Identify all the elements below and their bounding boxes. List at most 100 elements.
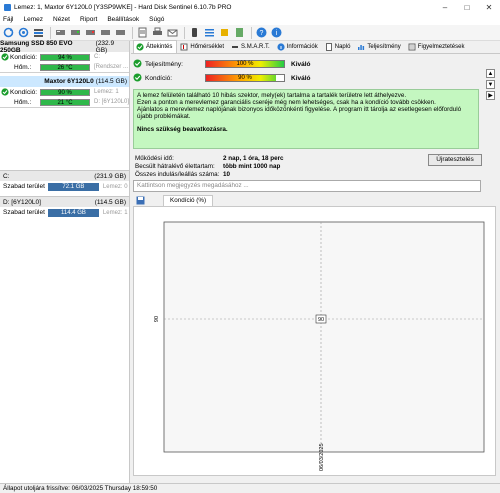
disk-header[interactable]: Maxtor 6Y120L0 (114.5 GB) xyxy=(0,76,129,87)
details-panel: Áttekintés Hőmérséklet S.M.A.R.T. Inform… xyxy=(131,40,500,483)
lifetime-value: több mint 1000 nap xyxy=(223,162,281,170)
disk-entry-0[interactable]: Samsung SSD 850 EVO 250GB (232.9 GB) Kon… xyxy=(0,39,129,73)
ok-check-icon xyxy=(0,88,10,96)
refresh-all-icon[interactable] xyxy=(17,26,30,39)
disk-test-icon[interactable] xyxy=(69,26,82,39)
document-icon xyxy=(325,43,333,51)
status-bar: Állapot utoljára frissítve: 06/03/2025 T… xyxy=(0,483,500,493)
arrow-right-icon[interactable]: ▶ xyxy=(486,91,495,100)
maximize-button[interactable]: □ xyxy=(456,0,478,14)
temperature-label: Hőm.: xyxy=(14,63,32,71)
free-space-bar: 72.1 GB xyxy=(47,182,99,191)
volume-size: (231.9 GB) xyxy=(94,172,126,180)
chart-svg: 90 90 06/03/2025 xyxy=(154,221,485,471)
ok-check-icon xyxy=(133,73,142,84)
thermometer-icon xyxy=(180,43,188,51)
save-icon[interactable] xyxy=(136,196,146,205)
svg-text:?: ? xyxy=(260,30,264,37)
volume-name: D: [6Y120L0] xyxy=(3,198,41,206)
disk-icon[interactable] xyxy=(54,26,67,39)
uptime-label: Működési idő: xyxy=(135,154,174,162)
tab-log[interactable]: Napló xyxy=(323,41,355,53)
window-title: Lemez: 1, Maxtor 6Y120L0 [Y3SP9WKE] - Ha… xyxy=(14,3,232,11)
options-icon[interactable] xyxy=(233,26,246,39)
menu-bar: Fájl Lemez Nézet Riport Beállítások Súgó xyxy=(0,14,500,25)
disk-size: (114.5 GB) xyxy=(95,78,127,85)
menu-settings[interactable]: Beállítások xyxy=(107,16,139,23)
minimize-button[interactable]: – xyxy=(434,0,456,14)
app-icon xyxy=(4,3,11,11)
startstop-value: 10 xyxy=(223,170,231,178)
info-line-2: Ezen a ponton a merevlemez garanciális c… xyxy=(137,99,436,106)
mail-icon[interactable] xyxy=(166,26,179,39)
title-bar: Lemez: 1, Maxtor 6Y120L0 [Y3SP9WKE] - Ha… xyxy=(0,0,500,14)
performance-row: Teljesítmény: 100 % Kiváló xyxy=(133,58,311,70)
tab-overview[interactable]: Áttekintés xyxy=(133,40,178,53)
disk-info-icon[interactable] xyxy=(99,26,112,39)
close-button[interactable]: ✕ xyxy=(478,0,500,14)
menu-view[interactable]: Nézet xyxy=(53,16,70,23)
retest-button[interactable]: Újratesztelés xyxy=(428,154,482,166)
report-icon[interactable] xyxy=(136,26,149,39)
startstop-label: Összes indulás/leállás száma: xyxy=(135,170,220,178)
menu-report[interactable]: Riport xyxy=(80,16,97,23)
tab-bar: Áttekintés Hőmérséklet S.M.A.R.T. Inform… xyxy=(131,40,500,54)
condition-bar: 90 % xyxy=(40,88,90,96)
disk-name: Samsung SSD 850 EVO 250GB xyxy=(0,39,73,54)
disk-entry-1[interactable]: Maxtor 6Y120L0 (114.5 GB) Kondíció: 90 %… xyxy=(0,76,129,108)
info-line-3: Ajánlatos a merevlemez naplójának bizony… xyxy=(137,106,462,120)
condition-label: Kondíció: xyxy=(10,88,38,96)
data-label: 90 xyxy=(318,317,324,323)
tab-temperature[interactable]: Hőmérséklet xyxy=(178,41,228,53)
menu-help[interactable]: Súgó xyxy=(149,16,164,23)
health-row: Kondíció: 90 % Kiváló xyxy=(133,72,311,84)
free-space-label: Szabad terület xyxy=(3,183,45,190)
plot-area xyxy=(163,221,485,453)
menu-disk[interactable]: Lemez xyxy=(23,16,43,23)
info-icon xyxy=(277,43,285,51)
tools-icon[interactable] xyxy=(218,26,231,39)
disk-volume-name: D: [6Y120L0] xyxy=(93,99,130,105)
arrow-up-icon[interactable]: ▲ xyxy=(486,69,495,78)
arrow-down-icon[interactable]: ▼ xyxy=(486,80,495,89)
phone-icon[interactable] xyxy=(188,26,201,39)
health-bar: 90 % xyxy=(205,74,285,82)
print-icon[interactable] xyxy=(151,26,164,39)
disk-volume-name: [Rendszer ... xyxy=(94,64,129,70)
health-percent: 90 % xyxy=(238,75,252,81)
tab-condition-chart[interactable]: Kondíció (%) xyxy=(163,195,214,206)
info-icon[interactable]: i xyxy=(270,26,283,39)
check-icon xyxy=(136,43,144,51)
tab-performance[interactable]: Teljesítmény xyxy=(355,41,404,53)
disk-index: Lemez: 1 xyxy=(94,89,119,95)
list-icon[interactable] xyxy=(203,26,216,39)
help-icon[interactable]: ? xyxy=(255,26,268,39)
tab-information[interactable]: Információk xyxy=(275,41,322,53)
performance-label: Teljesítmény: xyxy=(145,60,183,68)
volume-disk: Lemez: 0 xyxy=(102,183,128,190)
refresh-icon[interactable] xyxy=(2,26,15,39)
menu-file[interactable]: Fájl xyxy=(3,16,13,23)
comment-field[interactable]: Kattintson megjegyzés megadásához ... xyxy=(133,180,481,192)
condition-label: Kondíció: xyxy=(10,53,38,61)
ok-check-icon xyxy=(0,53,10,61)
tab-smart[interactable]: S.M.A.R.T. xyxy=(229,41,274,53)
temperature-bar: 21 °C xyxy=(40,98,90,106)
arrow-buttons: ▲ ▼ ▶ xyxy=(486,69,495,102)
volume-disk: Lemez: 1 xyxy=(102,209,128,216)
health-label: Kondíció: xyxy=(145,74,173,82)
volume-entry-0[interactable]: C: (231.9 GB) Szabad terület 72.1 GB Lem… xyxy=(0,170,129,192)
disk-name: Maxtor 6Y120L0 xyxy=(44,78,94,85)
y-tick-label: 90 xyxy=(154,316,160,322)
volume-entry-1[interactable]: D: [6Y120L0] (114.5 GB) Szabad terület 1… xyxy=(0,196,129,218)
disk-header[interactable]: Samsung SSD 850 EVO 250GB (232.9 GB) xyxy=(0,39,129,54)
free-space-label: Szabad terület xyxy=(3,209,45,216)
disk-surface-icon[interactable] xyxy=(84,26,97,39)
tab-alerts[interactable]: Figyelmeztetések xyxy=(406,41,469,53)
alerts-icon xyxy=(408,43,416,51)
ok-check-icon xyxy=(133,59,142,70)
disk-settings-icon[interactable] xyxy=(114,26,127,39)
disk-list-icon[interactable] xyxy=(32,26,45,39)
disk-volume-letter: C: xyxy=(94,54,100,60)
free-space-bar: 114.4 GB xyxy=(47,208,99,217)
